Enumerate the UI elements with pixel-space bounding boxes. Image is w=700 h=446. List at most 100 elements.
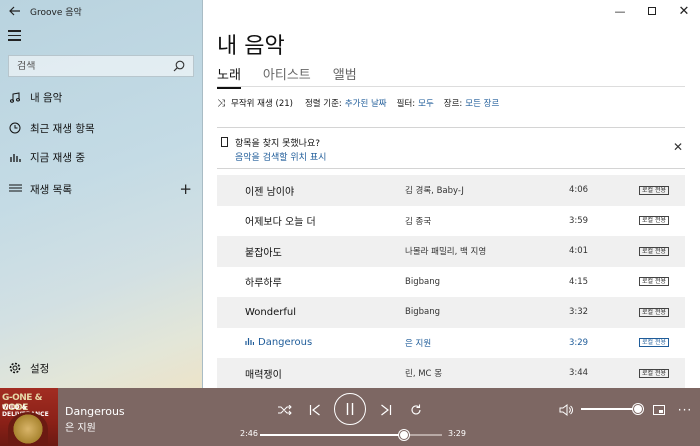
repeat-icon xyxy=(411,404,421,415)
main-content: — ✕ 내 음악 노래 아티스트 앨범 ⤨ 무작위 재생 (21) 정렬 기준:… xyxy=(203,0,700,388)
volume-slider-thumb[interactable] xyxy=(633,404,643,414)
song-title: 하루하루 xyxy=(245,278,282,290)
sidebar-item-label: 지금 재생 중 xyxy=(30,151,85,164)
sidebar: Groove 음악 내 음악 최근 재생 항목 지금 재생 중 재생 목록 + xyxy=(0,0,203,388)
minimize-icon: — xyxy=(614,4,626,18)
speaker-icon xyxy=(559,404,573,416)
previous-button[interactable] xyxy=(305,400,325,420)
local-only-badge: 로컬 전용 xyxy=(639,185,669,195)
missing-items-notice: 항목을 찾지 못했나요? 음악을 검색할 위치 표시 ✕ xyxy=(217,127,685,169)
shuffle-label: 무작위 재생 (21) xyxy=(231,99,293,109)
playlist-icon xyxy=(0,184,30,194)
maximize-icon xyxy=(648,7,656,15)
search-input[interactable] xyxy=(17,60,167,72)
now-playing-title[interactable]: Dangerous xyxy=(65,405,125,418)
sidebar-item-my-music[interactable]: 내 음악 xyxy=(0,84,203,110)
song-title: 어제보다 오늘 더 xyxy=(245,217,316,229)
now-playing-artist[interactable]: 은 지원 xyxy=(65,419,96,434)
shuffle-icon xyxy=(278,405,292,415)
mini-view-icon xyxy=(653,405,665,415)
minimize-button[interactable]: — xyxy=(604,0,636,22)
sidebar-item-now-playing[interactable]: 지금 재생 중 xyxy=(0,144,203,170)
search-box[interactable] xyxy=(8,55,194,77)
table-row[interactable]: 어제보다 오늘 더 김 종국 3:59 로컬 전용 xyxy=(217,206,685,237)
sort-dropdown[interactable]: 추가된 날짜 xyxy=(345,97,387,109)
song-duration: 4:06 xyxy=(569,185,589,196)
sidebar-item-label: 설정 xyxy=(30,362,50,375)
seek-bar-thumb[interactable] xyxy=(398,430,409,440)
local-only-badge: 로컬 전용 xyxy=(639,277,669,287)
song-artist: 나몰라 패밀리, 백 지영 xyxy=(405,247,487,258)
song-artist: 린, MC 몽 xyxy=(405,369,443,380)
close-icon: ✕ xyxy=(678,3,690,19)
seek-bar[interactable] xyxy=(260,430,442,440)
notice-text: 항목을 찾지 못했나요? xyxy=(235,139,321,149)
album-art[interactable]: G-ONE & CODE WILD & DELIVERANCE xyxy=(0,388,58,446)
sidebar-item-playlists[interactable]: 재생 목록 + xyxy=(0,176,203,202)
hamburger-menu-button[interactable] xyxy=(8,30,24,42)
page-title: 내 음악 xyxy=(217,34,285,59)
table-row[interactable]: Wonderful Bigbang 3:32 로컬 전용 xyxy=(217,297,685,328)
filter-dropdown[interactable]: 모두 xyxy=(418,97,434,109)
hamburger-icon xyxy=(8,30,21,32)
song-duration: 4:15 xyxy=(569,276,589,287)
sidebar-item-label: 최근 재생 항목 xyxy=(30,122,95,135)
tab-divider xyxy=(217,86,685,87)
song-artist: 김 종국 xyxy=(405,216,432,227)
show-music-locations-link[interactable]: 음악을 검색할 위치 표시 xyxy=(235,150,326,163)
table-row[interactable]: 하루하루 Bigbang 4:15 로컬 전용 xyxy=(217,267,685,298)
close-notice-button[interactable]: ✕ xyxy=(673,140,683,154)
song-title: 붙잡아도 xyxy=(245,247,282,259)
local-only-badge: 로컬 전용 xyxy=(639,246,669,256)
pause-icon xyxy=(346,403,354,415)
filter-label: 필터: xyxy=(396,99,416,109)
volume-slider[interactable] xyxy=(581,404,643,414)
sidebar-item-settings[interactable]: 설정 xyxy=(0,355,203,381)
elapsed-time: 2:46 xyxy=(240,429,258,438)
song-title: 이젠 남이야 xyxy=(245,186,295,198)
repeat-button[interactable] xyxy=(406,400,426,420)
equalizer-icon xyxy=(0,152,30,162)
search-icon[interactable] xyxy=(173,60,185,72)
sidebar-item-recent[interactable]: 최근 재생 항목 xyxy=(0,115,203,141)
next-button[interactable] xyxy=(376,400,396,420)
song-duration: 4:01 xyxy=(569,246,589,257)
back-button[interactable] xyxy=(0,0,30,22)
shuffle-all-button[interactable]: ⤨ 무작위 재생 (21) xyxy=(217,97,293,110)
gear-icon xyxy=(0,362,30,374)
pause-button[interactable] xyxy=(334,393,366,425)
table-row[interactable]: 붙잡아도 나몰라 패밀리, 백 지영 4:01 로컬 전용 xyxy=(217,236,685,267)
local-only-badge: 로컬 전용 xyxy=(639,216,669,226)
genre-dropdown[interactable]: 모든 장르 xyxy=(465,97,499,109)
genre-label: 장르: xyxy=(443,99,463,109)
song-title: Dangerous xyxy=(258,337,313,349)
maximize-button[interactable] xyxy=(636,0,668,22)
more-icon: ··· xyxy=(677,403,693,417)
song-title: 매력쟁이 xyxy=(245,369,282,381)
song-duration: 3:59 xyxy=(569,215,589,226)
clock-icon xyxy=(0,122,30,134)
title-bar-left: Groove 음악 xyxy=(0,0,203,22)
volume-button[interactable] xyxy=(556,400,576,420)
local-only-badge: 로컬 전용 xyxy=(639,368,669,378)
song-title-wrap: Dangerous xyxy=(245,337,312,348)
table-row-now-playing[interactable]: Dangerous 은 지원 3:29 로컬 전용 xyxy=(217,328,685,359)
table-row[interactable]: 매력쟁이 린, MC 몽 3:44 로컬 전용 xyxy=(217,358,685,388)
add-playlist-button[interactable]: + xyxy=(179,180,192,198)
music-note-icon xyxy=(0,91,30,103)
song-artist: Bigbang xyxy=(405,276,440,287)
album-art-disc xyxy=(8,412,48,446)
song-artist: 김 경록, Baby-J xyxy=(405,186,464,197)
shuffle-button[interactable] xyxy=(275,400,295,420)
now-playing-equalizer-icon xyxy=(245,338,254,346)
song-duration: 3:29 xyxy=(569,337,589,348)
song-artist: Bigbang xyxy=(405,307,440,318)
table-row[interactable]: 이젠 남이야 김 경록, Baby-J 4:06 로컬 전용 xyxy=(217,175,685,206)
mini-view-button[interactable] xyxy=(649,400,669,420)
song-artist: 은 지원 xyxy=(405,338,432,349)
song-title: Wonderful xyxy=(245,306,297,318)
more-options-button[interactable]: ··· xyxy=(675,400,695,420)
song-list: 이젠 남이야 김 경록, Baby-J 4:06 로컬 전용 어제보다 오늘 더… xyxy=(217,175,685,388)
previous-icon xyxy=(309,404,320,416)
close-button[interactable]: ✕ xyxy=(668,0,700,22)
